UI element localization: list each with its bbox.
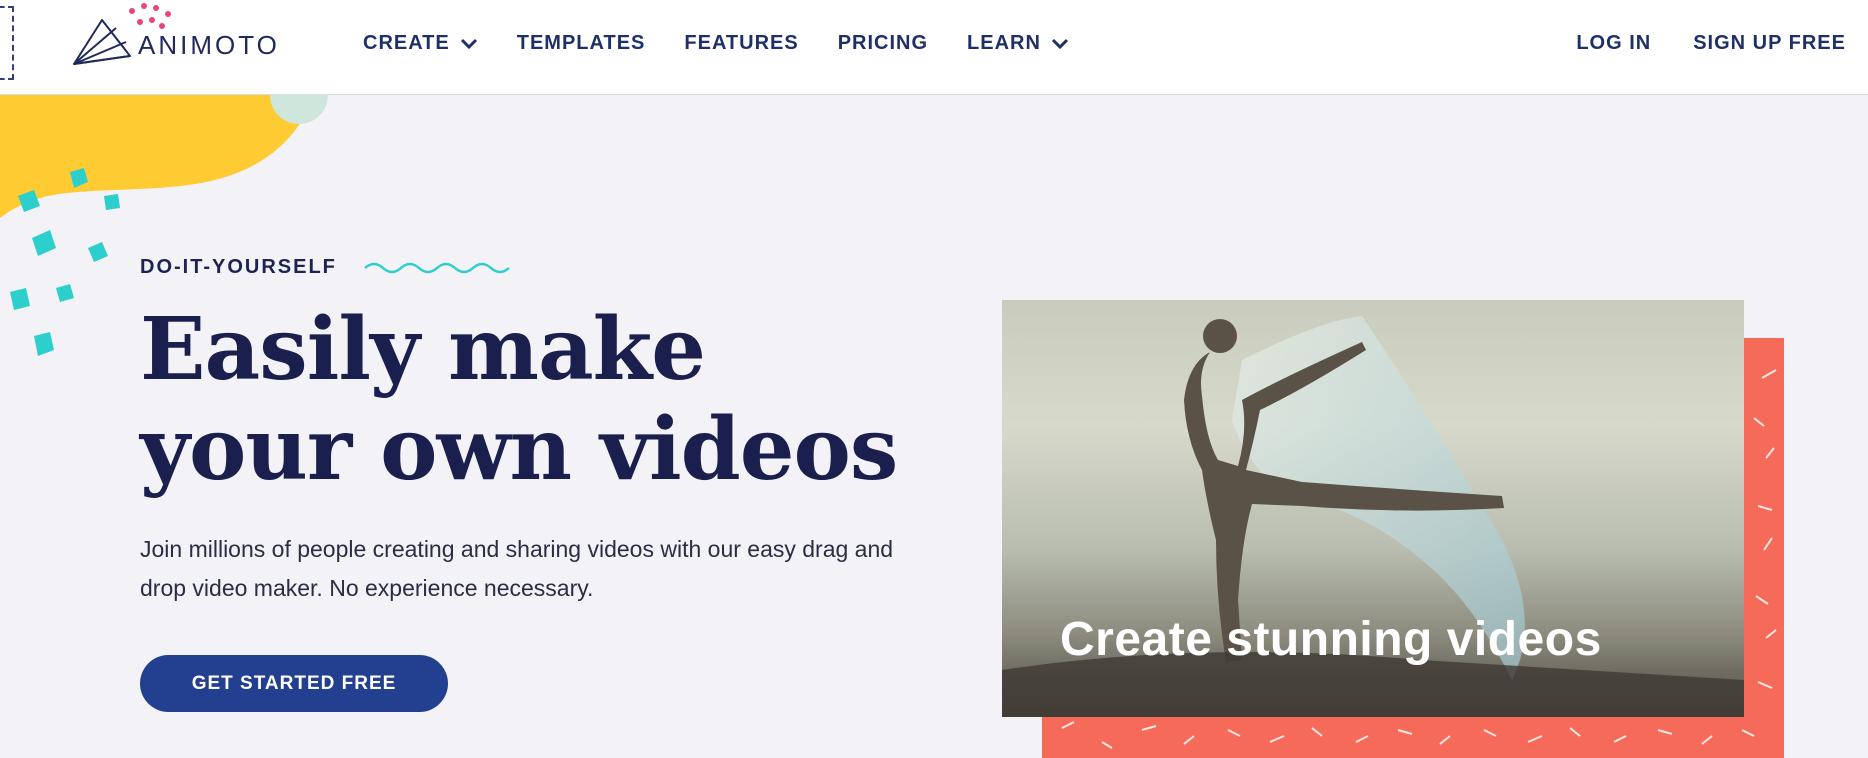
- eyebrow-text: DO-IT-YOURSELF: [140, 256, 337, 278]
- nav-item-features[interactable]: FEATURES: [684, 32, 798, 55]
- nav-label: TEMPLATES: [516, 32, 646, 54]
- nav-label: LEARN: [967, 32, 1041, 54]
- teal-brush-dots-decoration: [10, 168, 120, 356]
- eyebrow-label: DO-IT-YOURSELF: [140, 256, 515, 279]
- get-started-button[interactable]: GET STARTED FREE: [140, 655, 448, 712]
- main-nav: CREATE TEMPLATES FEATURES PRICING LEARN: [363, 32, 1108, 55]
- auth-links: LOG IN SIGN UP FREE: [1534, 32, 1846, 55]
- brand-name: ANIMOTO: [138, 30, 280, 60]
- chevron-down-icon: [460, 38, 477, 49]
- fan-logo-icon: [73, 19, 131, 65]
- dashed-decoration: [0, 6, 14, 80]
- nav-label: FEATURES: [684, 32, 799, 54]
- site-header: ANIMOTO CREATE TEMPLATES FEATURES PRICIN…: [0, 0, 1868, 95]
- signup-link[interactable]: SIGN UP FREE: [1693, 32, 1846, 55]
- squiggle-icon: [364, 262, 510, 273]
- nav-label: PRICING: [837, 32, 929, 54]
- nav-label: CREATE: [363, 32, 450, 54]
- animoto-logo[interactable]: ANIMOTO: [72, 3, 292, 68]
- chevron-down-icon: [1051, 38, 1068, 49]
- nav-item-learn[interactable]: LEARN: [967, 32, 1069, 55]
- nav-item-create[interactable]: CREATE: [363, 32, 478, 55]
- hero-video-card[interactable]: Create stunning videos: [1002, 300, 1744, 717]
- login-link[interactable]: LOG IN: [1576, 32, 1651, 55]
- hero-headline: Easily make your own videos: [140, 299, 898, 500]
- nav-item-pricing[interactable]: PRICING: [838, 32, 928, 55]
- hero-subtext: Join millions of people creating and sha…: [140, 536, 894, 601]
- nav-item-templates[interactable]: TEMPLATES: [517, 32, 646, 55]
- video-caption: Create stunning videos: [1060, 613, 1602, 666]
